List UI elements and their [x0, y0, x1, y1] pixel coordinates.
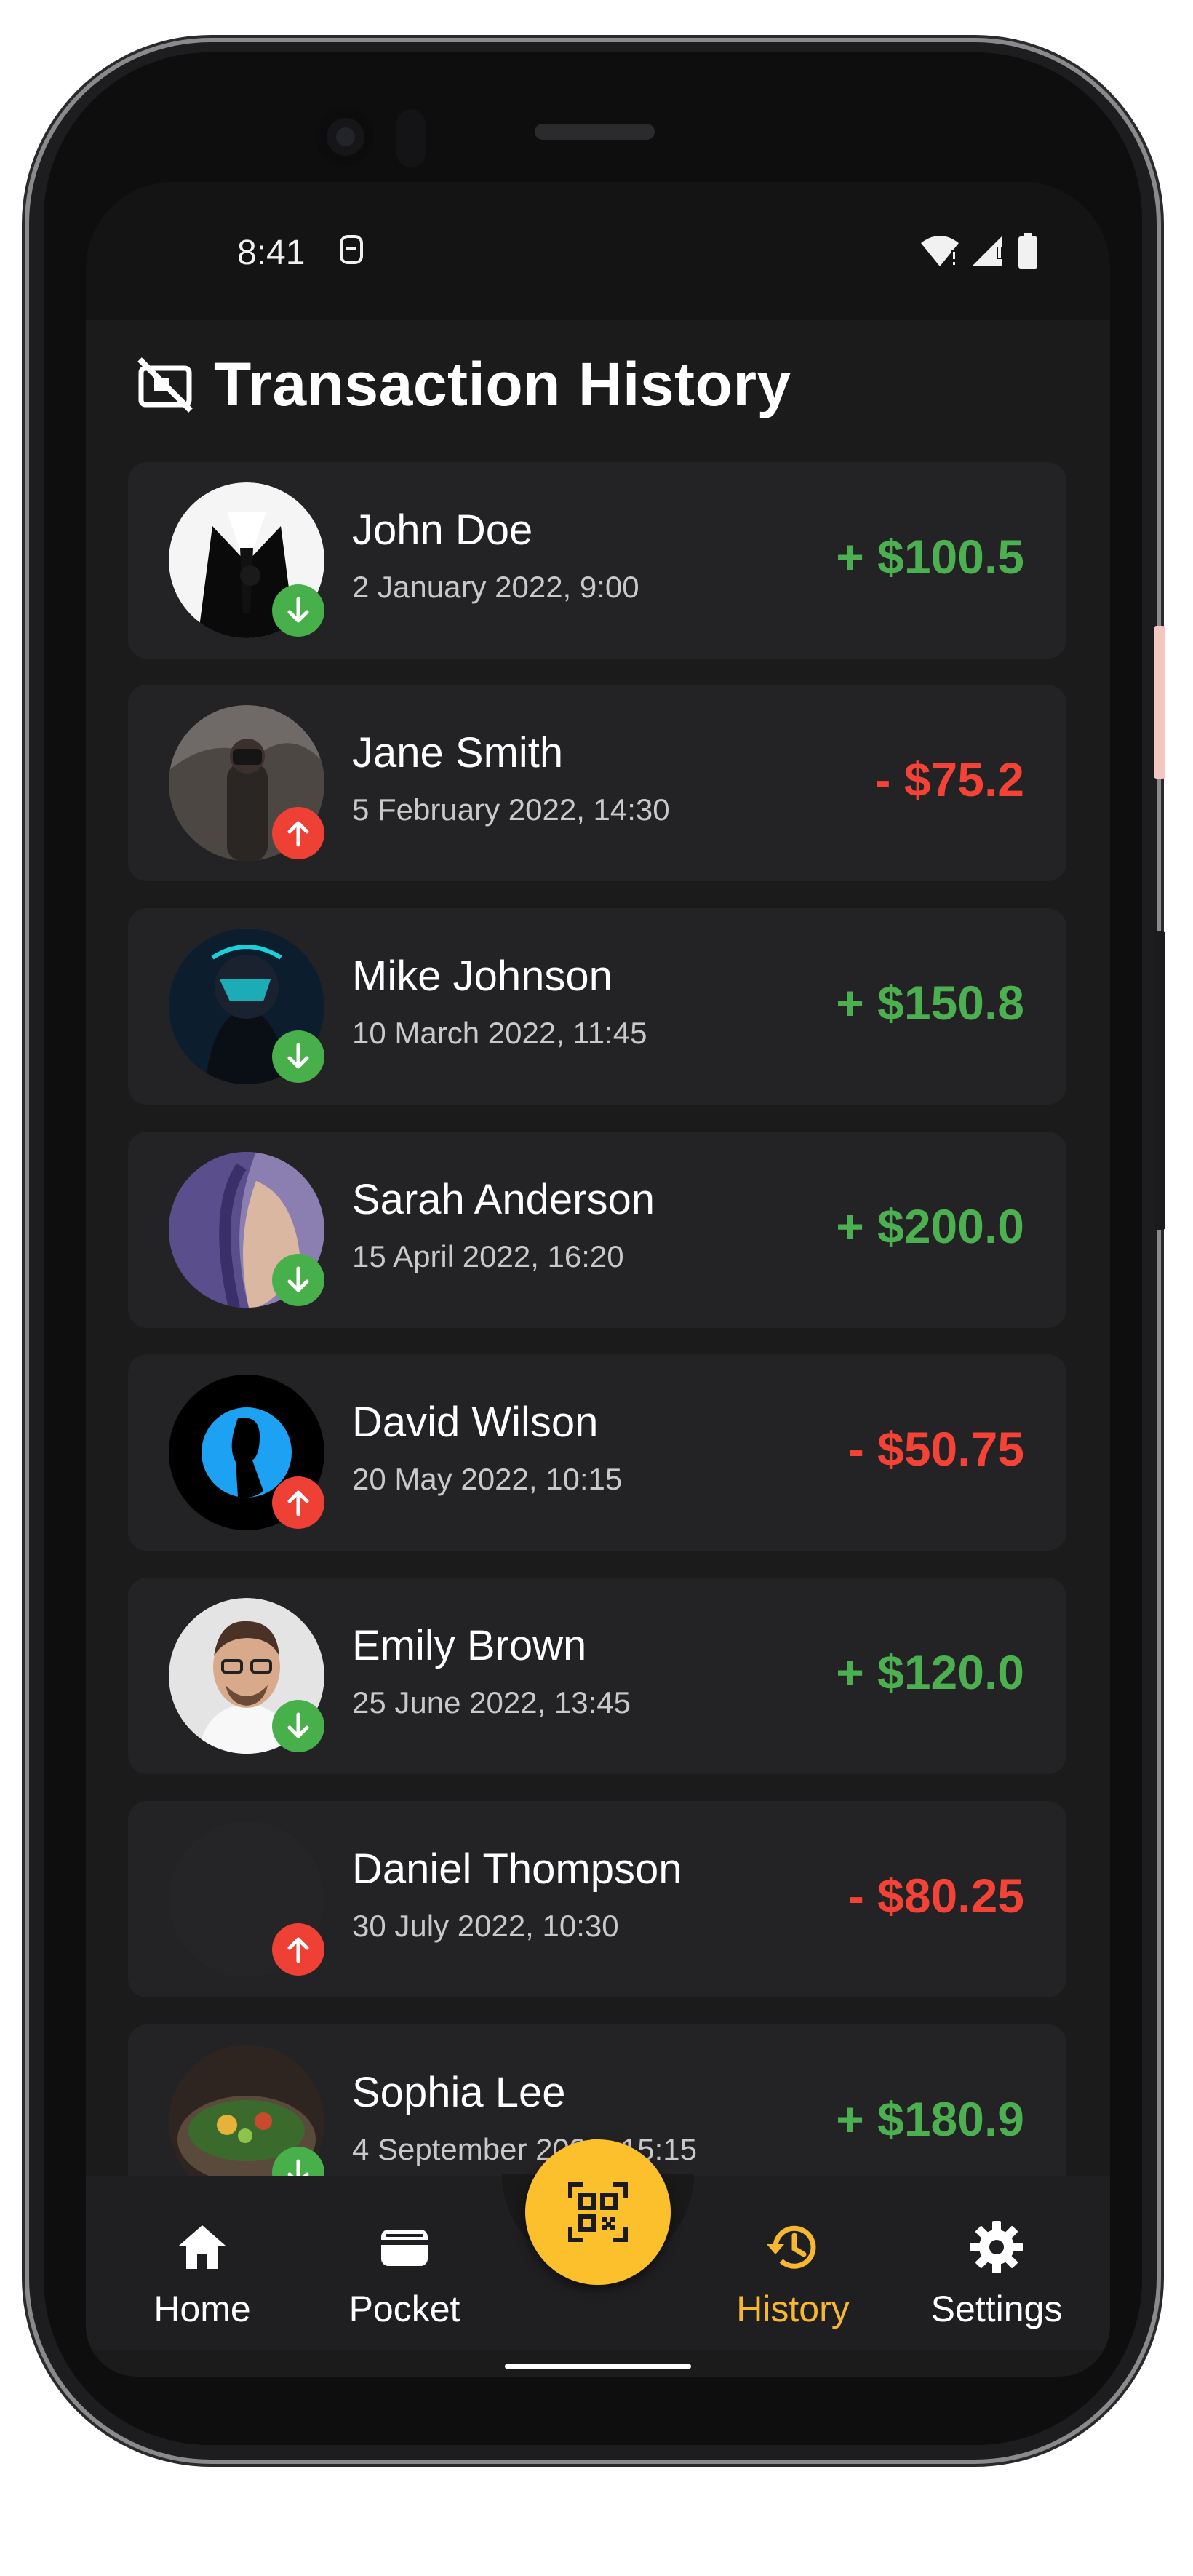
transaction-date: 10 March 2022, 11:45 [352, 1016, 647, 1050]
page-title: Transaction History [214, 350, 791, 418]
incoming-badge [272, 1254, 324, 1306]
transaction-date: 25 June 2022, 13:45 [352, 1685, 631, 1720]
outgoing-badge [272, 807, 324, 859]
transaction-name: Jane Smith [352, 729, 564, 776]
history-icon [767, 2225, 816, 2269]
transaction-name: Daniel Thompson [352, 1845, 682, 1893]
nav-item-history[interactable]: History [713, 2219, 873, 2330]
outgoing-badge [272, 1476, 324, 1529]
battery-icon [1018, 233, 1037, 269]
transaction-row[interactable]: Sarah Anderson 15 April 2022, 16:20 + $2… [128, 1132, 1066, 1328]
transaction-row[interactable]: John Doe 2 January 2022, 9:00 + $100.5 [128, 462, 1066, 659]
transaction-amount: + $180.9 [836, 2092, 1024, 2146]
transaction-amount: - $75.2 [874, 752, 1024, 806]
nav-item-settings[interactable]: Settings [917, 2219, 1077, 2330]
nav-item-home[interactable]: Home [122, 2219, 282, 2330]
nav-label: Settings [930, 2289, 1063, 2329]
arrow-down-icon [287, 1266, 309, 1292]
transaction-date: 20 May 2022, 10:15 [352, 1462, 623, 1496]
arrow-down-icon [287, 1043, 309, 1069]
money-off-icon [137, 357, 193, 413]
nav-label: Home [153, 2289, 251, 2329]
signal-icon [972, 236, 1004, 266]
transaction-date: 15 April 2022, 16:20 [352, 1239, 624, 1273]
status-icons [919, 233, 1039, 269]
transaction-amount: + $150.8 [836, 976, 1024, 1030]
proximity-sensor [396, 109, 426, 167]
page-header: Transaction History [135, 349, 791, 420]
transaction-date: 5 February 2022, 14:30 [352, 792, 670, 827]
arrow-down-icon [287, 1712, 309, 1738]
incoming-badge [272, 1030, 324, 1083]
incoming-badge [272, 1700, 324, 1752]
transaction-row[interactable]: Daniel Thompson 30 July 2022, 10:30 - $8… [128, 1801, 1066, 1997]
transaction-date: 2 January 2022, 9:00 [352, 570, 639, 604]
transaction-row[interactable]: Mike Johnson 10 March 2022, 11:45 + $150… [128, 908, 1066, 1105]
wifi-icon [921, 236, 959, 266]
transaction-amount: + $200.0 [836, 1199, 1024, 1253]
gear-icon [970, 2221, 1023, 2273]
app-screen: 8:41 Transaction History John Doe 2 Janu… [86, 182, 1110, 2377]
earpiece-speaker [535, 124, 655, 140]
camera-lens [336, 127, 355, 146]
arrow-down-icon [287, 597, 309, 623]
sim-icon [340, 235, 363, 264]
avatar-container [169, 482, 324, 638]
volume-button [1154, 931, 1165, 1230]
qr-scan-icon [568, 2182, 628, 2242]
status-bar: 8:41 [86, 182, 1110, 320]
transaction-date: 30 July 2022, 10:30 [352, 1909, 619, 1943]
avatar-container [169, 1152, 324, 1309]
transaction-row[interactable]: Jane Smith 5 February 2022, 14:30 - $75.… [128, 685, 1066, 881]
transaction-amount: + $100.5 [836, 530, 1024, 584]
transaction-name: David Wilson [352, 1399, 599, 1446]
transaction-row[interactable]: David Wilson 20 May 2022, 10:15 - $50.75 [128, 1354, 1066, 1551]
arrow-up-icon [287, 1937, 309, 1963]
transaction-name: Mike Johnson [352, 953, 613, 1000]
arrow-up-icon [287, 821, 309, 847]
transaction-amount: - $80.25 [847, 1869, 1024, 1923]
transaction-name: Sophia Lee [352, 2069, 566, 2116]
transaction-name: Sarah Anderson [352, 1176, 655, 1223]
transaction-row[interactable]: Emily Brown 25 June 2022, 13:45 + $120.0 [128, 1578, 1066, 1774]
home-indicator[interactable] [505, 2364, 691, 2369]
transaction-name: Emily Brown [352, 1622, 587, 1669]
power-button [1154, 626, 1165, 779]
nav-item-pocket[interactable]: Pocket [324, 2219, 484, 2330]
transaction-amount: - $50.75 [847, 1422, 1024, 1476]
avatar-container [169, 1598, 324, 1754]
avatar-container [169, 1821, 324, 1977]
transaction-amount: + $120.0 [836, 1645, 1024, 1699]
status-time: 8:41 [237, 234, 306, 272]
nav-label: History [736, 2289, 850, 2329]
avatar-container [169, 705, 324, 861]
avatar-container [169, 1375, 324, 1530]
nav-label: Pocket [348, 2289, 460, 2329]
outgoing-badge [272, 1923, 324, 1976]
arrow-up-icon [287, 1490, 309, 1516]
transaction-name: John Doe [352, 506, 533, 554]
incoming-badge [272, 584, 324, 637]
avatar-container [169, 929, 324, 1084]
wallet-icon [381, 2230, 428, 2266]
scan-qr-button[interactable] [525, 2139, 671, 2285]
transaction-list: John Doe 2 January 2022, 9:00 + $100.5 J… [128, 462, 1066, 2227]
home-icon [179, 2225, 226, 2269]
